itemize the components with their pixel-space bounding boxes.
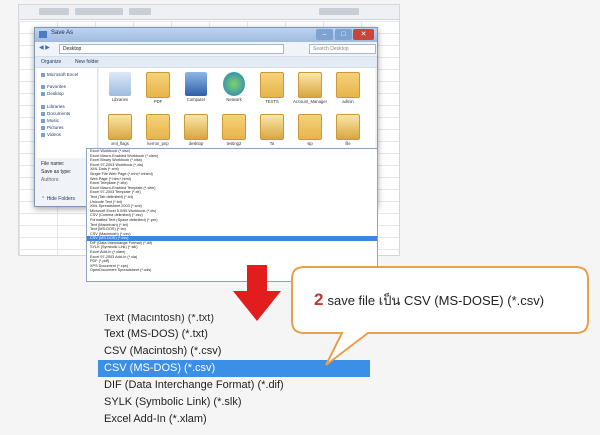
organize-button[interactable]: Organize — [41, 59, 61, 65]
close-button[interactable]: ✕ — [353, 29, 374, 40]
callout-box: 2 save file เป็น CSV (MS-DOSE) (*.csv) — [290, 265, 590, 366]
folder-icon — [298, 72, 322, 98]
hide-folders-button[interactable]: ⌃ Hide Folders — [41, 196, 75, 202]
star-icon — [41, 84, 45, 89]
minimize-button[interactable]: – — [316, 29, 333, 40]
picture-icon — [41, 125, 45, 130]
navigation-pane: Microsoft Excel Favorites Desktop Librar… — [37, 68, 98, 158]
toolbar-block[interactable] — [319, 8, 359, 15]
folder-icon — [222, 114, 246, 140]
video-icon — [41, 132, 45, 137]
callout-message: save file เป็น CSV (MS-DOSE) (*.csv) — [327, 293, 545, 308]
file-tile[interactable]: Libraries — [103, 72, 137, 102]
file-tile[interactable]: Computer — [179, 72, 213, 102]
command-bar: Organize New folder — [35, 56, 377, 68]
nav-item[interactable]: Libraries — [41, 104, 65, 109]
folder-icon — [260, 114, 284, 140]
file-tile[interactable]: desktop — [179, 114, 213, 146]
nav-item[interactable]: Music — [41, 118, 59, 123]
excel-icon — [41, 72, 45, 77]
folder-icon — [336, 114, 360, 140]
toolbar-block[interactable] — [75, 8, 123, 15]
folder-icon — [336, 72, 360, 98]
address-bar: ◀ ▶ Desktop Search Desktop — [39, 44, 376, 54]
dialog-titlebar[interactable]: Save As – □ ✕ — [35, 28, 377, 42]
nav-item[interactable]: Videos — [41, 132, 61, 137]
zoomed-type-option[interactable]: DIF (Data Interchange Format) (*.dif) — [98, 377, 370, 394]
search-input[interactable]: Search Desktop — [309, 44, 376, 54]
file-tile[interactable]: file — [331, 114, 365, 146]
library-icon — [109, 72, 131, 96]
zoomed-type-option[interactable]: Excel Add-In (*.xlam) — [98, 411, 370, 428]
library-icon — [41, 104, 45, 109]
desktop-icon — [41, 91, 45, 96]
file-tile[interactable]: PDF — [141, 72, 175, 104]
savetype-label: Save as type: — [41, 169, 72, 175]
file-list: Libraries PDF Computer Network TEXTS Acc… — [99, 68, 375, 158]
callout-shape — [291, 266, 589, 366]
file-tile[interactable]: sip — [293, 114, 327, 146]
file-tile[interactable]: TEXTS — [255, 72, 289, 104]
file-tile[interactable]: Ta — [255, 114, 289, 146]
folder-icon — [298, 114, 322, 140]
file-tile[interactable]: xml_flags — [103, 114, 137, 146]
back-forward-icon[interactable]: ◀ ▶ — [39, 44, 57, 53]
step-number: 2 — [314, 290, 324, 309]
folder-icon — [146, 114, 170, 140]
nav-item[interactable]: Documents — [41, 111, 70, 116]
toolbar-block[interactable] — [39, 8, 69, 15]
music-icon — [41, 118, 45, 123]
file-tile[interactable]: kerron_pnp — [141, 114, 175, 146]
down-arrow-shaft — [247, 265, 267, 293]
toolbar-block[interactable] — [129, 8, 151, 15]
nav-item[interactable]: Microsoft Excel — [41, 72, 78, 77]
file-tile[interactable]: admin — [331, 72, 365, 104]
computer-icon — [185, 72, 207, 96]
savetype-dropdown-list: Excel Workbook (*.xlsx) Excel Macro-Enabl… — [86, 148, 378, 282]
excel-icon — [39, 31, 47, 38]
folder-icon — [108, 114, 132, 140]
callout-text: 2 save file เป็น CSV (MS-DOSE) (*.csv) — [314, 290, 544, 311]
maximize-button[interactable]: □ — [335, 29, 352, 40]
file-tile[interactable]: testing2 — [217, 114, 251, 146]
folder-icon — [260, 72, 284, 98]
network-icon — [223, 72, 245, 96]
folder-icon — [184, 114, 208, 140]
new-folder-button[interactable]: New folder — [75, 59, 99, 65]
dialog-title: Save As — [51, 30, 74, 36]
filename-label: File name: — [41, 161, 65, 167]
nav-item[interactable]: Pictures — [41, 125, 64, 130]
document-icon — [41, 111, 45, 116]
folder-icon — [146, 72, 170, 98]
file-tile[interactable]: Account_Manager — [293, 72, 327, 104]
file-tile[interactable]: Network — [217, 72, 251, 102]
nav-item[interactable]: Desktop — [41, 91, 64, 96]
zoomed-type-option[interactable]: SYLK (Symbolic Link) (*.slk) — [98, 394, 370, 411]
nav-item[interactable]: Favorites — [41, 84, 66, 89]
authors-label: Authors: — [41, 177, 60, 183]
excel-toolbar — [19, 5, 399, 20]
address-input[interactable]: Desktop — [59, 44, 284, 54]
